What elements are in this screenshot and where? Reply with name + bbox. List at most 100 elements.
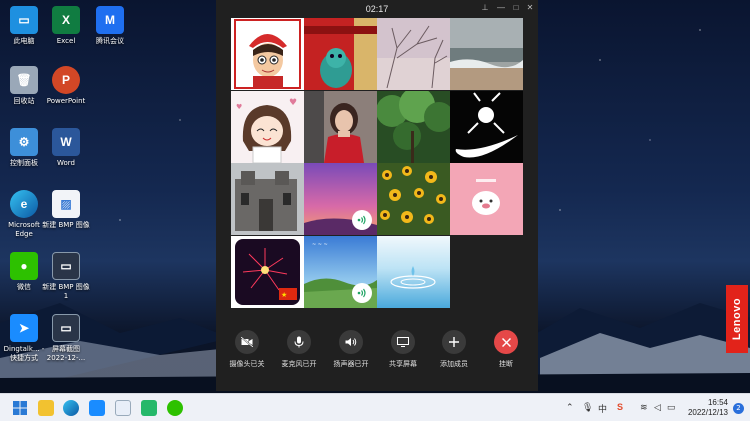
- sogou-ime-icon[interactable]: S: [617, 402, 623, 412]
- svg-text:~ ~ ~: ~ ~ ~: [312, 242, 328, 248]
- participant-tile[interactable]: [304, 18, 377, 90]
- speaker-toggle[interactable]: 扬声器已开: [327, 330, 375, 369]
- minimize-button[interactable]: —: [496, 2, 506, 14]
- dingtalk-icon[interactable]: [89, 400, 105, 416]
- participant-tile[interactable]: [377, 236, 450, 308]
- participant-tile[interactable]: [304, 91, 377, 163]
- participant-tile[interactable]: [377, 18, 450, 90]
- desktop-icon-label: PowerPoint: [46, 97, 86, 105]
- wechat-icon[interactable]: [167, 400, 183, 416]
- desktop-icon-label: 回收站: [13, 97, 35, 105]
- meeting-controls: 摄像头已关 麦克风已开 扬声器已开 共享屏幕 添加成员 挂断: [216, 330, 538, 375]
- volume-icon[interactable]: ◁: [654, 402, 661, 413]
- close-icon: [494, 330, 518, 354]
- maximize-button[interactable]: □: [511, 2, 521, 14]
- camera-toggle[interactable]: 摄像头已关: [223, 330, 271, 369]
- desktop-icon-dingtalk[interactable]: ➤ Dingtalk... - 快捷方式: [0, 314, 48, 363]
- mic-label: 麦克风已开: [281, 360, 317, 368]
- desktop-icon-bmp-image-1[interactable]: ▭ 新建 BMP 图像1: [42, 252, 90, 301]
- desktop-icon-wechat[interactable]: ● 微信: [0, 252, 48, 292]
- desktop-icon-label: 新建 BMP 图像: [42, 221, 90, 229]
- participant-tile[interactable]: ★: [231, 236, 304, 308]
- desktop-icon-label: Microsoft Edge: [8, 221, 40, 238]
- clock-date: 2022/12/13: [687, 408, 728, 417]
- participant-tile[interactable]: ♥ ♥: [231, 91, 304, 163]
- mic-toggle[interactable]: 麦克风已开: [275, 330, 323, 369]
- edge-icon: e: [10, 190, 38, 218]
- beach-image: [450, 18, 523, 90]
- cartoon-avatar-image: [234, 19, 301, 89]
- desktop-icon-label: 微信: [17, 283, 31, 291]
- desktop-icon-control-panel[interactable]: ⚙ 控制面板: [0, 128, 48, 168]
- desktop-icon-bmp-image[interactable]: ▨ 新建 BMP 图像: [42, 190, 90, 230]
- anime-girl-image: ♥ ♥: [231, 91, 304, 163]
- participant-tile[interactable]: [377, 91, 450, 163]
- desktop-icon-tencent-meeting[interactable]: M 腾讯会议: [86, 6, 134, 46]
- messaging-app-icon[interactable]: [141, 400, 157, 416]
- close-button[interactable]: ✕: [525, 2, 535, 14]
- microphone-icon[interactable]: 🎙: [582, 402, 593, 413]
- microphone-icon: [287, 330, 311, 354]
- system-clock[interactable]: 16:54 2022/12/13: [688, 398, 728, 418]
- desktop-icon-word[interactable]: W Word: [42, 128, 90, 168]
- pink-cartoon-image: [450, 163, 523, 235]
- file-explorer-icon[interactable]: [38, 400, 54, 416]
- participant-tile[interactable]: [450, 91, 523, 163]
- participant-tile[interactable]: [450, 18, 523, 90]
- desktop-icon-this-pc[interactable]: ▭ 此电脑: [0, 6, 48, 46]
- svg-text:♥: ♥: [289, 98, 297, 108]
- control-panel-icon: ⚙: [10, 128, 38, 156]
- old-building-image: [231, 163, 304, 235]
- participant-grid: ♥ ♥ ★ ~ ~ ~: [231, 18, 523, 308]
- participant-tile[interactable]: [450, 163, 523, 235]
- desktop-icon-label: Dingtalk... - 快捷方式: [3, 345, 45, 362]
- notification-badge[interactable]: 2: [733, 403, 744, 414]
- title-bar: 02:17 ⊥ — □ ✕: [216, 0, 538, 18]
- participant-tile[interactable]: [377, 163, 450, 235]
- desktop-icon-label: 控制面板: [10, 159, 38, 167]
- windows-start-icon[interactable]: [12, 400, 28, 416]
- edge-icon[interactable]: [63, 400, 79, 416]
- add-member-label: 添加成员: [440, 360, 468, 368]
- image-file-icon: ▭: [52, 252, 80, 280]
- desktop-icon-excel[interactable]: X Excel: [42, 6, 90, 46]
- image-file-icon: ▭: [52, 314, 80, 342]
- desktop-icon-powerpoint[interactable]: P PowerPoint: [42, 66, 90, 106]
- participant-tile[interactable]: [304, 163, 377, 235]
- desktop-icon-recycle-bin[interactable]: 🗑 回收站: [0, 66, 48, 106]
- plus-icon: [442, 330, 466, 354]
- battery-icon[interactable]: ▭: [667, 402, 676, 413]
- input-method-indicator[interactable]: 中: [598, 402, 607, 415]
- camera-label: 摄像头已关: [229, 360, 265, 368]
- desktop-icon-screenshot[interactable]: ▭ 屏幕截图 2022-12-...: [42, 314, 90, 363]
- sound-wave-icon: [357, 288, 366, 298]
- powerpoint-icon: P: [52, 66, 80, 94]
- hangup-button[interactable]: 挂断: [482, 330, 530, 369]
- participant-tile[interactable]: [231, 18, 304, 90]
- chevron-up-icon[interactable]: ⌃: [566, 402, 574, 413]
- participant-tile[interactable]: ~ ~ ~: [304, 236, 377, 308]
- desktop-icon-label: Excel: [56, 37, 76, 45]
- add-member-button[interactable]: 添加成员: [430, 330, 478, 369]
- participant-tile[interactable]: [231, 163, 304, 235]
- excel-icon: X: [52, 6, 80, 34]
- share-screen-button[interactable]: 共享屏幕: [379, 330, 427, 369]
- trees-image: [377, 91, 450, 163]
- taskbar: ⌃ 🎙 中 S ≋ ◁ ▭ 16:54 2022/12/13 2: [0, 393, 750, 421]
- tencent-meeting-icon[interactable]: [115, 400, 131, 416]
- dingtalk-icon: ➤: [10, 314, 38, 342]
- desktop-icon-label: 新建 BMP 图像1: [42, 283, 90, 300]
- recycle-bin-icon: 🗑: [10, 66, 38, 94]
- image-file-icon: ▨: [52, 190, 80, 218]
- desktop-icon-edge[interactable]: e Microsoft Edge: [0, 190, 48, 239]
- woman-red-scarf-image: [304, 91, 377, 163]
- screen-share-icon: [391, 330, 415, 354]
- speaker-label: 扬声器已开: [333, 360, 369, 368]
- word-icon: W: [52, 128, 80, 156]
- wechat-icon: ●: [10, 252, 38, 280]
- wifi-icon[interactable]: ≋: [640, 402, 648, 413]
- pin-icon[interactable]: ⊥: [480, 2, 490, 14]
- svg-text:★: ★: [281, 291, 287, 299]
- flowers-image: [377, 163, 450, 235]
- desktop-icon-label: 腾讯会议: [96, 37, 124, 45]
